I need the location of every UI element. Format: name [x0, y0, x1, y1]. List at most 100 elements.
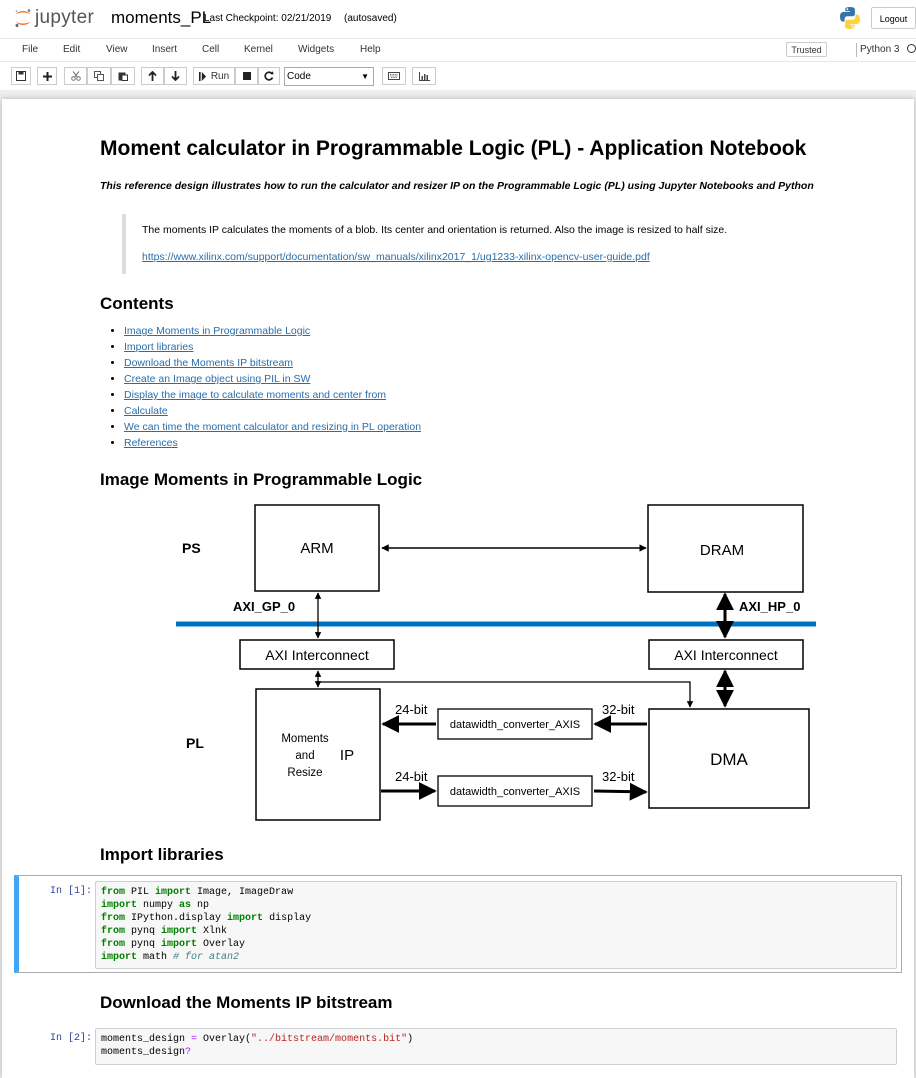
- list-item: Display the image to calculate moments a…: [124, 387, 421, 403]
- ip-label-line1: Moments: [281, 733, 329, 745]
- quote-text: The moments IP calculates the moments of…: [142, 224, 728, 236]
- list-item: Create an Image object using PIL in SW: [124, 371, 421, 387]
- plus-icon: [42, 71, 52, 81]
- menu-file[interactable]: File: [22, 44, 38, 55]
- menu-view[interactable]: View: [106, 44, 128, 55]
- download-bitstream-heading: Download the Moments IP bitstream: [100, 993, 393, 1012]
- bits-32-bottom-label: 32-bit: [602, 769, 635, 784]
- chevron-down-icon: ▼: [361, 72, 369, 81]
- toc-link-references[interactable]: References: [124, 437, 178, 449]
- jupyter-logo-text: jupyter: [35, 7, 95, 28]
- bits-24-bottom-label: 24-bit: [395, 769, 428, 784]
- notebook-name[interactable]: moments_PL: [111, 8, 211, 28]
- axi-interconnect-left-label: AXI Interconnect: [265, 647, 369, 663]
- list-item: Download the Moments IP bitstream: [124, 355, 421, 371]
- move-down-button[interactable]: [164, 67, 187, 85]
- toc-link-download-bitstream[interactable]: Download the Moments IP bitstream: [124, 357, 293, 369]
- menu-bar: File Edit View Insert Cell Kernel Widget…: [0, 38, 916, 62]
- run-button[interactable]: Run: [193, 67, 235, 85]
- menu-cell[interactable]: Cell: [202, 44, 219, 55]
- xilinx-guide-link[interactable]: https://www.xilinx.com/support/documenta…: [142, 251, 650, 263]
- menu-insert[interactable]: Insert: [152, 44, 177, 55]
- code-editor[interactable]: from PIL import Image, ImageDraw import …: [95, 881, 897, 969]
- run-label: Run: [210, 70, 230, 82]
- converter-bottom-dma-arrow: [593, 782, 648, 801]
- insert-cell-button[interactable]: [37, 67, 57, 85]
- copy-icon: [94, 71, 104, 81]
- move-up-button[interactable]: [141, 67, 164, 85]
- page-subtitle: This reference design illustrates how to…: [100, 180, 814, 192]
- checkpoint-status: Last Checkpoint: 02/21/2019: [204, 13, 332, 24]
- ip-block: [255, 688, 381, 821]
- ps-label: PS: [182, 540, 201, 556]
- menu-help[interactable]: Help: [360, 44, 381, 55]
- save-button[interactable]: [11, 67, 31, 85]
- toc-link-image-moments[interactable]: Image Moments in Programmable Logic: [124, 325, 310, 337]
- page-title: Moment calculator in Programmable Logic …: [100, 137, 807, 160]
- toc-link-import-libraries[interactable]: Import libraries: [124, 341, 193, 353]
- bits-32-top-label: 32-bit: [602, 702, 635, 717]
- contents-list: Image Moments in Programmable Logic Impo…: [102, 323, 421, 451]
- ip-label: IP: [340, 747, 354, 764]
- menu-kernel[interactable]: Kernel: [244, 44, 273, 55]
- autosave-status: (autosaved): [344, 13, 397, 24]
- save-icon: [16, 71, 26, 81]
- cell-type-select[interactable]: Code ▼: [284, 67, 374, 86]
- converter-bottom-label: datawidth_converter_AXIS: [450, 786, 580, 798]
- notebook-header: jupyter moments_PL Last Checkpoint: 02/2…: [0, 0, 916, 38]
- kernel-name: Python 3: [860, 44, 900, 55]
- restart-icon: [264, 71, 274, 81]
- trusted-indicator[interactable]: Trusted: [786, 42, 827, 57]
- menu-edit[interactable]: Edit: [63, 44, 80, 55]
- list-item: Calculate: [124, 403, 421, 419]
- paste-icon: [118, 72, 128, 81]
- toc-link-display-image[interactable]: Display the image to calculate moments a…: [124, 389, 386, 401]
- command-palette-button[interactable]: [382, 67, 406, 85]
- cell-type-value: Code: [287, 71, 311, 82]
- logout-button[interactable]: Logout: [871, 7, 916, 29]
- list-item: Import libraries: [124, 339, 421, 355]
- code-editor[interactable]: moments_design = Overlay("../bitstream/m…: [95, 1028, 897, 1065]
- notebook-page: Moment calculator in Programmable Logic …: [2, 99, 914, 1078]
- list-item: Image Moments in Programmable Logic: [124, 323, 421, 339]
- arm-label: ARM: [300, 540, 333, 557]
- notebook-toolbar: Run Code ▼: [0, 62, 916, 90]
- kernel-separator: [856, 43, 857, 57]
- kernel-idle-icon: [907, 44, 916, 53]
- copy-button[interactable]: [87, 67, 111, 85]
- axi-interconnect-right-label: AXI Interconnect: [674, 647, 778, 663]
- cell-prompt: In [1]:: [49, 886, 92, 897]
- list-item: References: [124, 435, 421, 451]
- arrow-up-icon: [148, 71, 157, 81]
- interrupt-button[interactable]: [235, 67, 258, 85]
- contents-heading: Contents: [100, 294, 174, 313]
- axi-hp-label: AXI_HP_0: [739, 599, 800, 614]
- celltoolbar-button[interactable]: [412, 67, 436, 85]
- jupyter-logo[interactable]: jupyter: [14, 7, 94, 29]
- cut-button[interactable]: [64, 67, 87, 85]
- import-libraries-heading: Import libraries: [100, 845, 224, 864]
- chart-icon: [418, 71, 430, 81]
- arrow-down-icon: [171, 71, 180, 81]
- bits-24-top-label: 24-bit: [395, 702, 428, 717]
- python-logo-icon: [840, 7, 860, 29]
- list-item: We can time the moment calculator and re…: [124, 419, 421, 435]
- toc-link-create-image[interactable]: Create an Image object using PIL in SW: [124, 373, 310, 385]
- ip-label-line3: Resize: [287, 767, 322, 779]
- dma-label: DMA: [710, 750, 748, 769]
- toc-link-timing[interactable]: We can time the moment calculator and re…: [124, 421, 421, 433]
- paste-button[interactable]: [111, 67, 135, 85]
- run-icon: [198, 71, 206, 81]
- jupyter-logo-icon: [15, 9, 31, 27]
- ip-label-line2: and: [295, 750, 314, 762]
- keyboard-icon: [388, 72, 400, 80]
- architecture-diagram: PS PL ARM DRAM AXI_GP_0 AXI_HP_0 AXI Int…: [176, 504, 816, 821]
- restart-button[interactable]: [258, 67, 280, 85]
- converter-top-label: datawidth_converter_AXIS: [450, 719, 580, 731]
- toc-link-calculate[interactable]: Calculate: [124, 405, 168, 417]
- image-moments-heading: Image Moments in Programmable Logic: [100, 470, 423, 489]
- stop-icon: [242, 72, 251, 80]
- pl-label: PL: [186, 735, 204, 751]
- menu-widgets[interactable]: Widgets: [298, 44, 334, 55]
- axi-gp-label: AXI_GP_0: [233, 599, 295, 614]
